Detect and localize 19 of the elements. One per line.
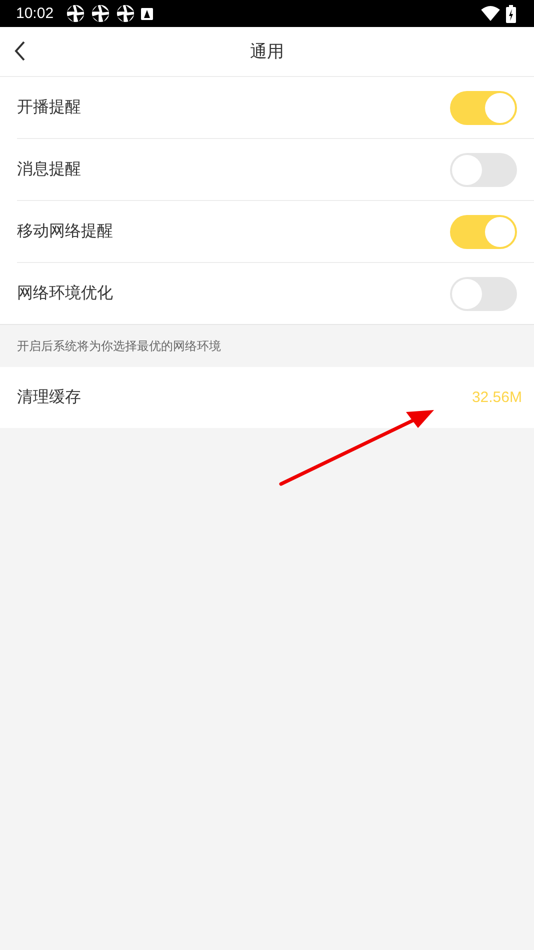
setting-label: 开播提醒: [17, 97, 81, 118]
setting-label: 消息提醒: [17, 159, 81, 180]
notification-icon: [140, 8, 153, 20]
toggle-switch[interactable]: [450, 90, 517, 124]
battery-icon: [506, 4, 516, 22]
toggle-switch[interactable]: [450, 152, 517, 186]
aperture-icon: [66, 4, 85, 23]
wifi-icon: [481, 6, 500, 21]
back-icon[interactable]: [14, 40, 26, 62]
setting-label: 清理缓存: [17, 387, 81, 408]
page-title: 通用: [250, 41, 284, 63]
toggle-switch[interactable]: [450, 214, 517, 248]
cache-size: 32.56M: [472, 389, 522, 406]
setting-label: 网络环境优化: [17, 283, 113, 304]
setting-label: 移动网络提醒: [17, 221, 113, 242]
toggle-switch[interactable]: [450, 276, 517, 310]
status-time: 10:02: [16, 5, 54, 22]
aperture-icon: [90, 4, 110, 23]
aperture-icon: [116, 4, 135, 23]
